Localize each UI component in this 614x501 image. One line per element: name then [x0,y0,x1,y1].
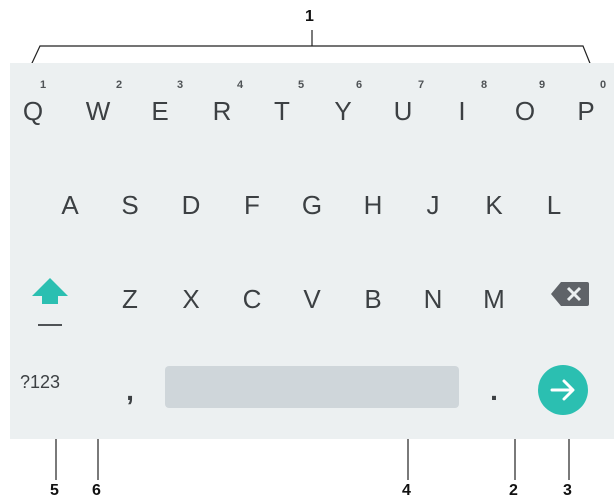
hint-4: 4 [237,79,244,91]
key-t[interactable]: T [262,86,302,136]
key-a[interactable]: A [50,180,90,230]
key-h[interactable]: H [353,180,393,230]
key-r[interactable]: R [202,86,242,136]
key-i[interactable]: I [442,86,482,136]
key-y[interactable]: Y [323,86,363,136]
shift-key[interactable] [30,276,70,337]
hint-3: 3 [177,79,184,91]
key-k[interactable]: K [474,180,514,230]
key-o[interactable]: O [505,86,545,136]
backspace-key[interactable] [551,280,591,313]
key-m[interactable]: M [474,274,514,324]
key-c[interactable]: C [232,274,272,324]
backspace-icon [551,282,589,306]
key-g[interactable]: G [292,180,332,230]
key-q[interactable]: Q [13,86,53,136]
hint-2: 2 [116,79,123,91]
key-f[interactable]: F [232,180,272,230]
key-b[interactable]: B [353,274,393,324]
callout-5: 5 [50,482,59,499]
hint-9: 9 [539,79,546,91]
comma-key[interactable]: , [110,366,150,416]
callout-2: 2 [509,482,518,499]
callout-1: 1 [305,8,314,25]
key-s[interactable]: S [110,180,150,230]
enter-key[interactable] [538,365,588,415]
key-u[interactable]: U [383,86,423,136]
space-bar[interactable] [165,366,459,408]
hint-5: 5 [298,79,305,91]
hint-0: 0 [600,79,607,91]
key-w[interactable]: W [78,86,118,136]
key-e[interactable]: E [140,86,180,136]
symbols-key[interactable]: ?123 [20,372,60,393]
hint-7: 7 [418,79,425,91]
arrow-right-icon [550,379,575,401]
hint-1: 1 [40,79,47,91]
key-n[interactable]: N [413,274,453,324]
key-d[interactable]: D [171,180,211,230]
hint-8: 8 [481,79,488,91]
callout-6: 6 [92,482,101,499]
period-key[interactable]: . [474,366,514,416]
key-v[interactable]: V [292,274,332,324]
key-z[interactable]: Z [110,274,150,324]
key-l[interactable]: L [534,180,574,230]
callout-3: 3 [563,482,572,499]
shift-arrow-up-icon [32,278,68,326]
key-p[interactable]: P [566,86,606,136]
key-x[interactable]: X [171,274,211,324]
hint-6: 6 [356,79,363,91]
callout-4: 4 [402,482,411,499]
key-j[interactable]: J [413,180,453,230]
